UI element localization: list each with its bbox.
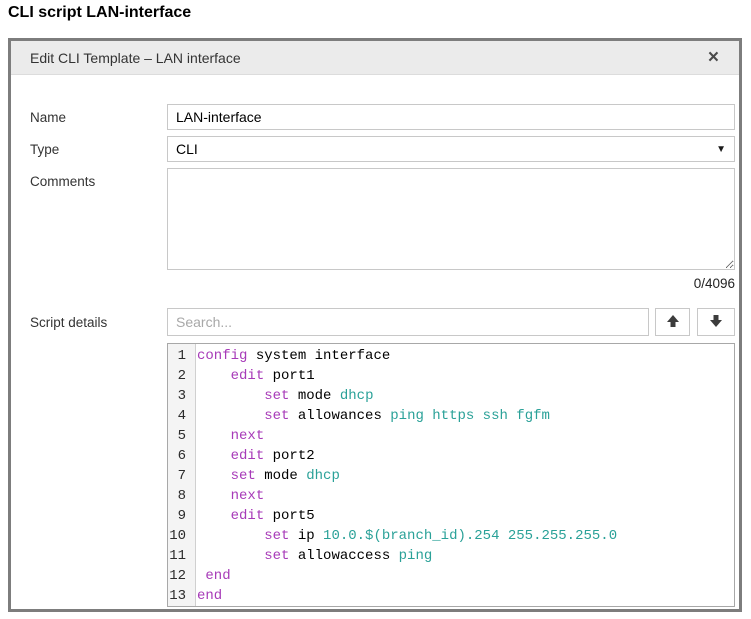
line-number: 1 <box>168 346 191 366</box>
code-line: 2 edit port1 <box>168 366 734 386</box>
line-number: 8 <box>168 486 191 506</box>
line-number: 5 <box>168 426 191 446</box>
up-arrow-icon <box>665 313 681 332</box>
dialog-title: Edit CLI Template – LAN interface <box>30 50 241 66</box>
comments-textarea[interactable] <box>167 168 735 270</box>
code-line: 4 set allowances ping https ssh fgfm <box>168 406 734 426</box>
line-number: 12 <box>168 566 191 586</box>
code-line: 13end <box>168 586 734 606</box>
move-up-button[interactable] <box>655 308 690 336</box>
dialog-header: Edit CLI Template – LAN interface × <box>11 41 739 75</box>
type-select[interactable]: CLI ▼ <box>167 136 735 162</box>
name-label: Name <box>30 110 66 125</box>
code-editor[interactable]: 1config system interface2 edit port13 se… <box>167 343 735 607</box>
code-text: next <box>191 486 264 506</box>
code-text: end <box>191 566 231 586</box>
line-number: 13 <box>168 586 191 606</box>
move-down-button[interactable] <box>697 308 735 336</box>
code-text: set ip 10.0.$(branch_id).254 255.255.255… <box>191 526 617 546</box>
comments-char-counter: 0/4096 <box>167 276 735 291</box>
down-arrow-icon <box>708 313 724 332</box>
line-number: 10 <box>168 526 191 546</box>
line-number: 3 <box>168 386 191 406</box>
code-line: 3 set mode dhcp <box>168 386 734 406</box>
type-select-value: CLI <box>176 141 198 157</box>
code-text: set allowances ping https ssh fgfm <box>191 406 550 426</box>
line-number: 11 <box>168 546 191 566</box>
chevron-down-icon: ▼ <box>716 144 726 155</box>
code-text: end <box>191 586 222 606</box>
close-icon[interactable]: × <box>708 41 719 75</box>
code-text: edit port1 <box>191 366 315 386</box>
code-line: 10 set ip 10.0.$(branch_id).254 255.255.… <box>168 526 734 546</box>
code-line: 9 edit port5 <box>168 506 734 526</box>
code-text: set mode dhcp <box>191 466 340 486</box>
code-line: 11 set allowaccess ping <box>168 546 734 566</box>
script-details-label: Script details <box>30 315 107 330</box>
code-text: next <box>191 426 264 446</box>
type-label: Type <box>30 142 59 157</box>
code-text: config system interface <box>191 346 390 366</box>
name-input[interactable] <box>167 104 735 130</box>
code-line: 12 end <box>168 566 734 586</box>
code-line: 1config system interface <box>168 346 734 366</box>
code-text: set mode dhcp <box>191 386 373 406</box>
search-input[interactable] <box>167 308 649 336</box>
code-line: 8 next <box>168 486 734 506</box>
page-title: CLI script LAN-interface <box>8 4 191 22</box>
comments-label: Comments <box>30 174 95 189</box>
code-line: 7 set mode dhcp <box>168 466 734 486</box>
code-text: edit port5 <box>191 506 315 526</box>
line-number: 2 <box>168 366 191 386</box>
code-line: 5 next <box>168 426 734 446</box>
code-text: set allowaccess ping <box>191 546 432 566</box>
code-text: edit port2 <box>191 446 315 466</box>
code-line: 6 edit port2 <box>168 446 734 466</box>
line-number: 6 <box>168 446 191 466</box>
line-number: 4 <box>168 406 191 426</box>
line-number: 9 <box>168 506 191 526</box>
edit-cli-template-dialog: Edit CLI Template – LAN interface × Name… <box>8 38 742 612</box>
line-number: 7 <box>168 466 191 486</box>
